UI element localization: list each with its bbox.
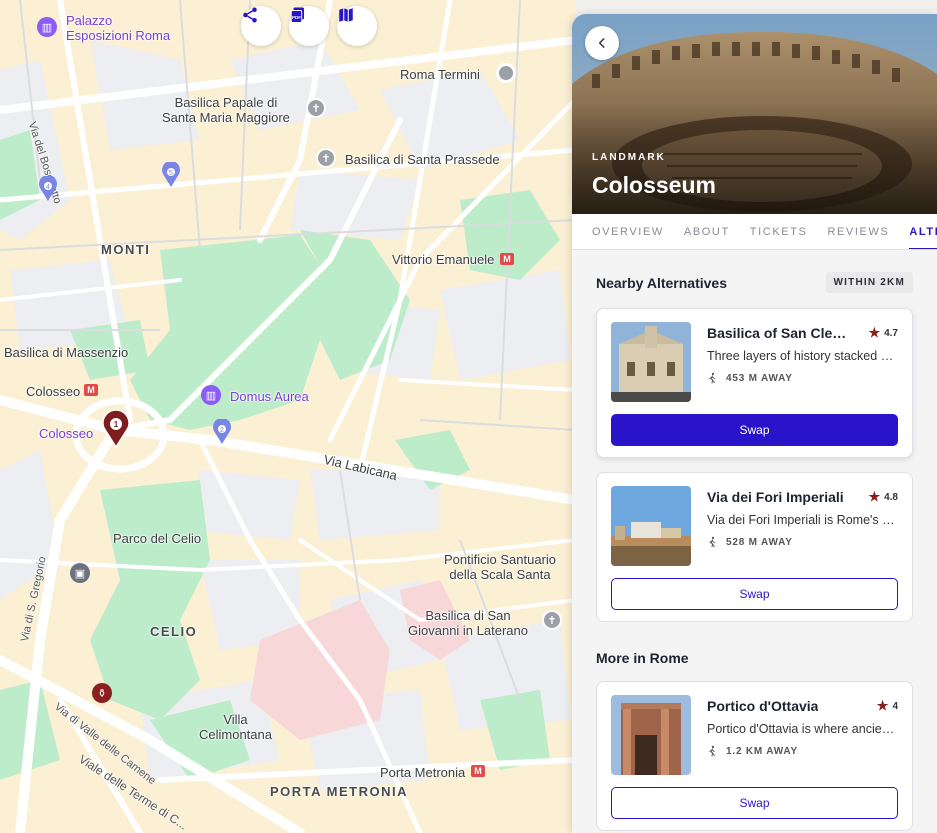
thumbnail-portico [611,695,691,775]
district-label-celio: CELIO [150,624,198,639]
section-header-more: More in Rome [596,650,913,666]
alternative-distance: 1.2 KM AWAY [707,745,898,757]
detail-tabs: OVERVIEW ABOUT TICKETS REVIEWS ALTERNATI… [572,214,937,250]
thumbnail-fori-imperiali [611,486,691,566]
place-title: Colosseum [592,172,716,198]
rating: ★ 4 [877,698,898,714]
distance-text: 528 M AWAY [726,536,793,548]
rating-value: 4.8 [884,491,898,503]
map-label-domus-aurea: Domus Aurea [230,389,309,404]
pin-4-icon[interactable]: 4 [38,176,58,202]
museum-poi-icon-domus[interactable]: ▥ [201,385,221,405]
rating-value: 4 [892,700,898,712]
place-details-panel: LANDMARK Colosseum OVERVIEW ABOUT TICKET… [572,14,937,833]
alternative-card-fori-imperiali[interactable]: Via dei Fori Imperiali ★ 4.8 Via dei Fori… [596,472,913,622]
walking-icon [709,745,715,757]
alternatives-content: Nearby Alternatives WITHIN 2KM Basilica … [572,272,937,831]
map-label-villa: Villa Celimontana [199,712,272,742]
map-label-massenzio: Basilica di Massenzio [4,345,129,360]
alternative-name: Basilica of San Clemente [707,325,857,341]
map-label-colosseo-metro: Colosseo [26,384,81,399]
map-label-san-giovanni: Basilica di San Giovanni in Laterano [408,608,528,638]
distance-text: 453 M AWAY [726,372,793,384]
tab-about[interactable]: ABOUT [684,214,730,249]
walking-icon [709,372,715,384]
map-label-palazzo: Palazzo Esposizioni Roma [66,13,171,43]
section-title-nearby: Nearby Alternatives [596,274,727,291]
selected-pin-1-icon[interactable]: 1 [101,410,131,448]
tab-overview[interactable]: OVERVIEW [592,214,664,249]
hero-image: LANDMARK Colosseum [572,14,937,214]
rating: ★ 4.8 [868,489,898,505]
share-button[interactable] [241,6,281,46]
alternative-card-san-clemente[interactable]: Basilica of San Clemente ★ 4.7 Three laye… [596,308,913,458]
pdf-export-button[interactable]: PDF [289,6,329,46]
metro-icon-porta-metronia[interactable]: M [471,765,485,777]
distance-filter-badge: WITHIN 2KM [825,272,913,293]
pin-5-number: 5 [169,170,173,177]
map-view-button[interactable] [337,6,377,46]
star-icon: ★ [868,489,881,504]
metro-icon-colosseo[interactable]: M [84,384,98,396]
back-button[interactable] [585,26,619,60]
star-icon: ★ [876,698,889,713]
pin-5-icon[interactable]: 5 [161,162,181,188]
map-icon [339,8,353,22]
alternative-distance: 528 M AWAY [707,536,898,548]
map-label-basilica-maggiore: Basilica Papale di Santa Maria Maggiore [162,95,290,125]
tab-tickets[interactable]: TICKETS [750,214,808,249]
map-label-parco-celio: Parco del Celio [113,531,202,546]
place-category: LANDMARK [592,152,666,163]
swap-button[interactable]: Swap [611,578,898,610]
map-label-pontificio: Pontificio Santuario della Scala Santa [444,552,557,582]
alternative-card-portico[interactable]: Portico d'Ottavia ★ 4 Portico d'Ottavia i… [596,681,913,831]
pdf-icon: PDF [290,7,304,23]
alternative-name: Via dei Fori Imperiali [707,489,844,505]
tab-reviews[interactable]: REVIEWS [827,214,889,249]
map-label-roma-termini: Roma Termini [400,67,480,82]
map-label-porta-metronia: Porta Metronia [380,765,466,780]
map-label-colosseo: Colosseo [39,426,94,441]
alternative-description: Three layers of history stacked beneath … [707,349,898,363]
church-poi-icon-2[interactable]: ✝ [316,148,336,168]
map-label-santa-prassede: Basilica di Santa Prassede [345,152,500,167]
district-label-porta-metronia: PORTA METRONIA [270,784,408,799]
pdf-icon-label: PDF [292,15,301,20]
alternative-name: Portico d'Ottavia [707,698,819,714]
walking-icon [709,536,715,548]
rating-value: 4.7 [884,327,898,339]
landmark-poi-icon[interactable]: ⚱ [92,683,112,703]
chevron-left-icon [598,38,605,48]
station-poi-icon[interactable] [496,63,516,83]
selected-pin-number: 1 [114,420,119,429]
district-label-monti: MONTI [101,242,151,257]
alternative-description: Portico d'Ottavia is where ancient ruins… [707,722,898,736]
parking-poi-icon[interactable]: ▣ [70,563,90,583]
map-label-vittorio: Vittorio Emanuele [392,252,495,267]
thumbnail-san-clemente [611,322,691,402]
share-icon [243,7,257,23]
pin-2-number: 2 [220,427,224,434]
pin-4-number: 4 [46,184,50,191]
museum-poi-icon[interactable]: ▥ [37,17,57,37]
church-poi-icon[interactable]: ✝ [306,98,326,118]
swap-button[interactable]: Swap [611,787,898,819]
alternative-description: Via dei Fori Imperiali is Rome's grand a… [707,513,898,527]
star-icon: ★ [868,325,881,340]
section-title-more: More in Rome [596,650,689,666]
distance-text: 1.2 KM AWAY [726,745,798,757]
swap-button[interactable]: Swap [611,414,898,446]
section-header-nearby: Nearby Alternatives WITHIN 2KM [596,272,913,293]
tab-alternatives[interactable]: ALTERNATIVES [909,214,937,249]
rating: ★ 4.7 [868,325,898,341]
alternative-distance: 453 M AWAY [707,372,898,384]
church-poi-icon-3[interactable]: ✝ [542,610,562,630]
metro-icon-vittorio[interactable]: M [500,253,514,265]
pin-2-icon[interactable]: 2 [212,419,232,445]
